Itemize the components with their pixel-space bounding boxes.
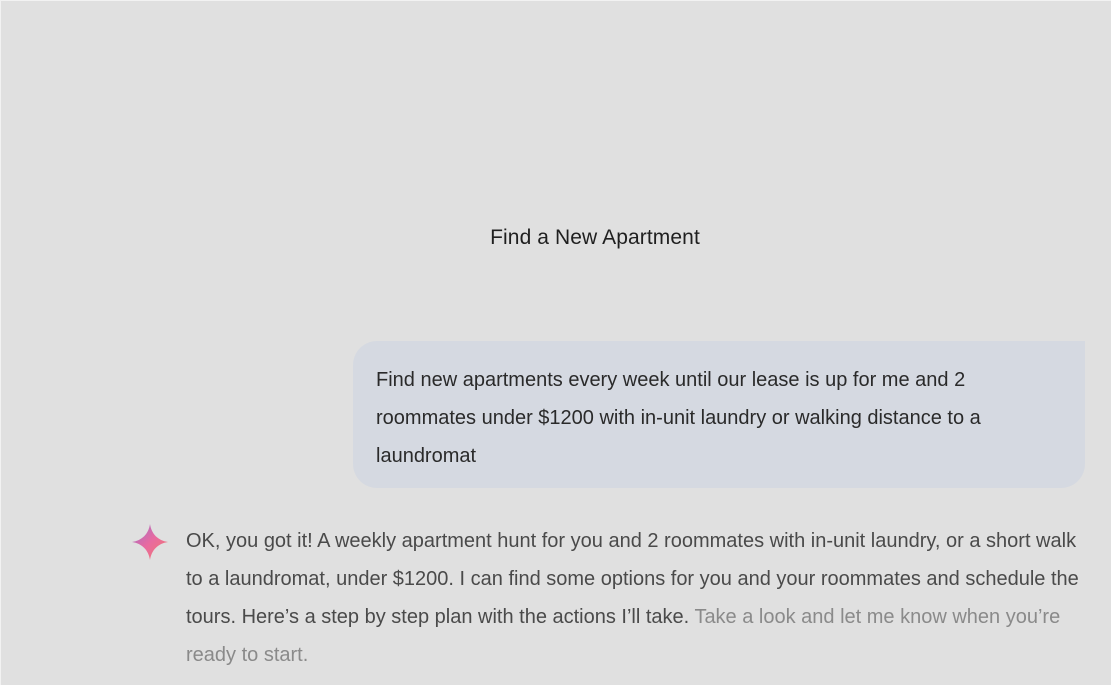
assistant-message-text: OK, you got it! A weekly apartment hunt …: [186, 522, 1086, 674]
user-message-text: Find new apartments every week until our…: [376, 369, 981, 467]
gemini-sparkle-icon: [128, 520, 172, 564]
conversation-title: Find a New Apartment: [490, 226, 700, 249]
user-message-bubble: Find new apartments every week until our…: [353, 341, 1085, 488]
